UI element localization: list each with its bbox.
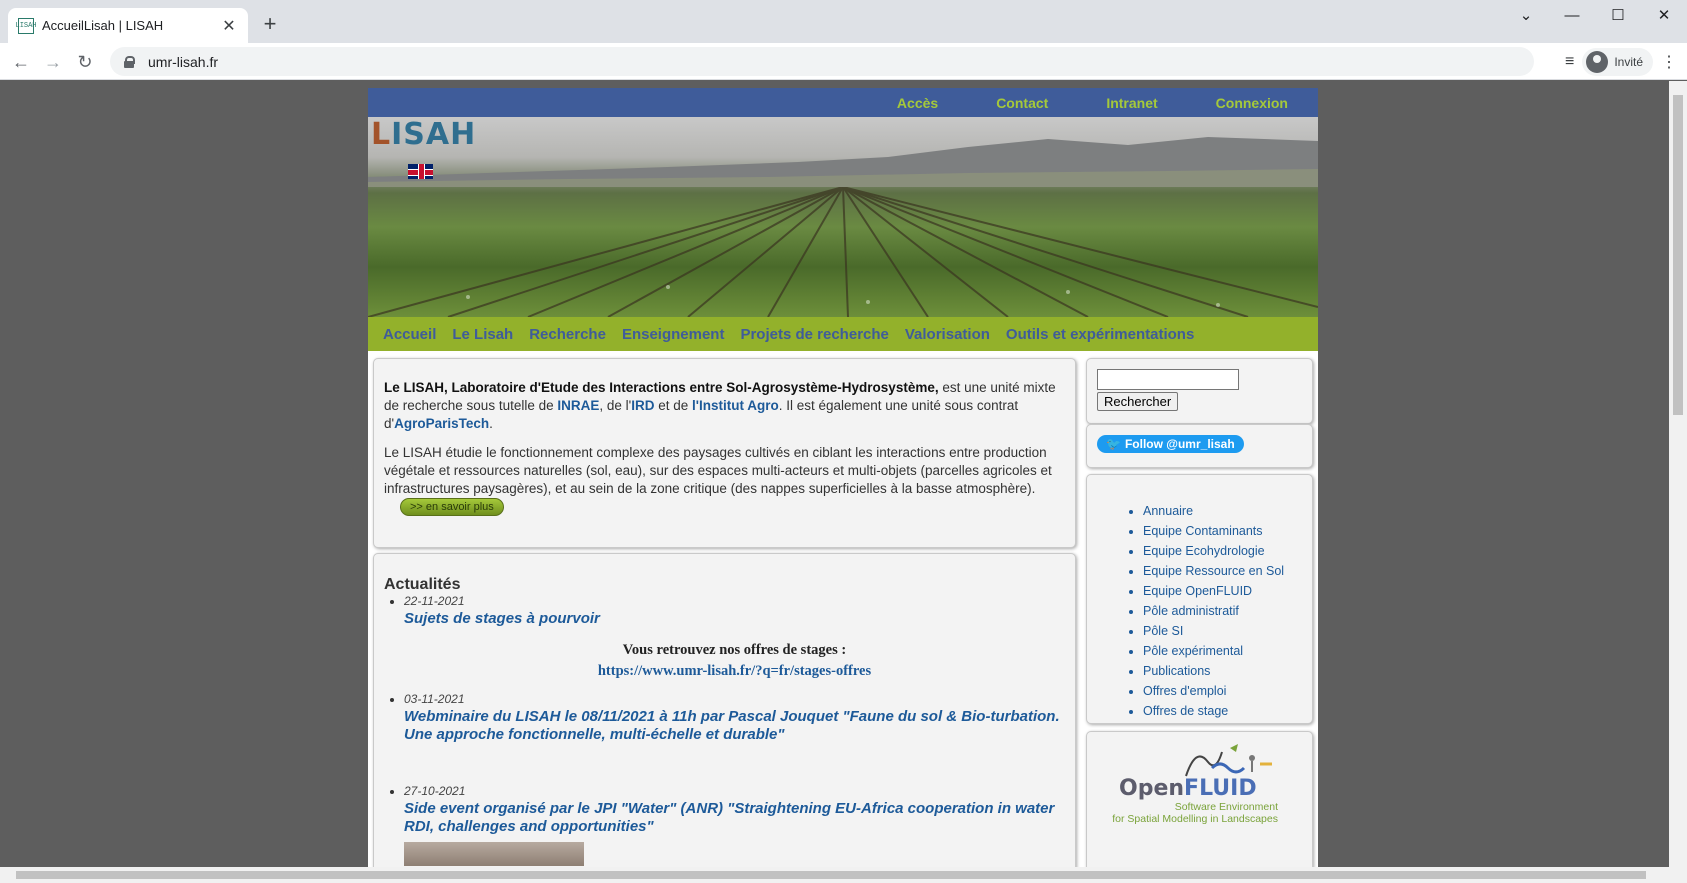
openfluid-subtitle: Software Environment for Spatial Modellin…	[1112, 801, 1278, 825]
uk-flag-icon[interactable]	[408, 164, 433, 179]
vertical-scrollbar[interactable]	[1669, 81, 1687, 867]
openfluid-wordmark: OpenFLUID	[1119, 776, 1257, 801]
profile-button[interactable]: Invité	[1582, 48, 1653, 76]
twitter-bird-icon: 🐦	[1106, 437, 1121, 451]
sidebar-link-ressource-sol[interactable]: Equipe Ressource en Sol	[1143, 561, 1302, 581]
sidebar-link-ecohydrologie[interactable]: Equipe Ecohydrologie	[1143, 541, 1302, 561]
forward-icon[interactable]: →	[40, 49, 66, 75]
news-box: Actualités 22-11-2021 Sujets de stages à…	[373, 553, 1076, 867]
intro-paragraph-1: Le LISAH, Laboratoire d'Etude des Intera…	[384, 380, 1056, 431]
tab-bar: LISAH AccueilLisah | LISAH ✕ + ⌄ — ☐ ✕	[0, 0, 1687, 43]
news-item: 03-11-2021 Webminaire du LISAH le 08/11/…	[404, 692, 1065, 744]
news-body: Vous retrouvez nos offres de stages : ht…	[404, 640, 1065, 682]
news-heading: Actualités	[384, 576, 461, 593]
site-container: Accès Contact Intranet Connexion LISAH A…	[368, 88, 1318, 867]
news-thumbnail[interactable]	[404, 842, 584, 866]
news-title-link[interactable]: Side event organisé par le JPI "Water" (…	[404, 800, 1065, 836]
top-navigation: Accès Contact Intranet Connexion	[368, 88, 1318, 117]
intro-paragraph-2: Le LISAH étudie le fonctionnement comple…	[384, 444, 1065, 517]
news-item: 22-11-2021 Sujets de stages à pourvoir V…	[404, 594, 1065, 682]
url-text: umr-lisah.fr	[148, 53, 219, 70]
nav-outils[interactable]: Outils et expérimentations	[1006, 326, 1194, 343]
sidebar-link-pole-si[interactable]: Pôle SI	[1143, 621, 1302, 641]
topnav-contact[interactable]: Contact	[996, 95, 1048, 111]
vineyard-graphic	[368, 187, 1318, 317]
twitter-follow-button[interactable]: 🐦 Follow @umr_lisah	[1097, 435, 1244, 453]
agroparistech-link[interactable]: AgroParisTech	[394, 416, 489, 431]
news-date: 22-11-2021	[404, 594, 465, 608]
menu-icon[interactable]: ⋮	[1661, 52, 1677, 72]
minimize-icon[interactable]: —	[1549, 0, 1595, 30]
horizontal-scroll-thumb[interactable]	[16, 871, 1646, 879]
content-area: Le LISAH, Laboratoire d'Etude des Intera…	[368, 351, 1318, 867]
search-button[interactable]: Rechercher	[1097, 392, 1179, 411]
topnav-acces[interactable]: Accès	[897, 95, 938, 111]
horizontal-scrollbar[interactable]	[0, 867, 1687, 883]
browser-tab[interactable]: LISAH AccueilLisah | LISAH ✕	[8, 8, 248, 43]
twitter-box: 🐦 Follow @umr_lisah	[1086, 424, 1313, 468]
close-tab-icon[interactable]: ✕	[220, 16, 238, 36]
search-input[interactable]	[1097, 369, 1239, 390]
window-controls: ⌄ — ☐ ✕	[1503, 0, 1687, 30]
nav-valorisation[interactable]: Valorisation	[905, 326, 990, 343]
sidebar-link-annuaire[interactable]: Annuaire	[1143, 501, 1302, 521]
institut-agro-link[interactable]: l'Institut Agro	[692, 398, 779, 413]
sidebar-link-contaminants[interactable]: Equipe Contaminants	[1143, 521, 1302, 541]
nav-projets[interactable]: Projets de recherche	[740, 326, 888, 343]
sidebar-link-offres-emploi[interactable]: Offres d'emploi	[1143, 681, 1302, 701]
ird-link[interactable]: IRD	[631, 398, 654, 413]
news-title-link[interactable]: Sujets de stages à pourvoir	[404, 610, 1065, 628]
mountains-graphic	[368, 137, 1318, 187]
news-date: 03-11-2021	[404, 692, 465, 706]
vertical-scroll-thumb[interactable]	[1673, 95, 1683, 415]
reload-icon[interactable]: ↻	[72, 49, 98, 75]
inrae-link[interactable]: INRAE	[557, 398, 599, 413]
banner-image: LISAH	[368, 117, 1318, 317]
maximize-icon[interactable]: ☐	[1595, 0, 1641, 30]
nav-accueil[interactable]: Accueil	[383, 326, 436, 343]
back-icon[interactable]: ←	[8, 49, 34, 75]
news-title-link[interactable]: Webminaire du LISAH le 08/11/2021 à 11h …	[404, 708, 1065, 744]
sidebar-link-publications[interactable]: Publications	[1143, 661, 1302, 681]
profile-label: Invité	[1614, 55, 1643, 69]
news-date: 27-10-2021	[404, 784, 466, 798]
nav-recherche[interactable]: Recherche	[529, 326, 606, 343]
sidebar-link-pole-exp[interactable]: Pôle expérimental	[1143, 641, 1302, 661]
search-box: Rechercher	[1086, 358, 1313, 424]
sidebar-link-offres-stage[interactable]: Offres de stage	[1143, 701, 1302, 721]
address-bar[interactable]: umr-lisah.fr	[110, 47, 1534, 76]
openfluid-logo-graphic	[1185, 744, 1272, 777]
nav-enseignement[interactable]: Enseignement	[622, 326, 725, 343]
reading-list-icon[interactable]: ≡	[1565, 53, 1574, 71]
lisah-logo[interactable]: LISAH	[371, 117, 476, 152]
new-tab-icon[interactable]: +	[258, 12, 282, 36]
news-item: 27-10-2021 Side event organisé par le JP…	[404, 784, 1065, 866]
tab-title: AccueilLisah | LISAH	[42, 18, 164, 33]
sidebar-links-box: Annuaire Equipe Contaminants Equipe Ecoh…	[1086, 474, 1313, 724]
sidebar-link-openfluid[interactable]: Equipe OpenFLUID	[1143, 581, 1302, 601]
nav-le-lisah[interactable]: Le Lisah	[452, 326, 513, 343]
intro-box: Le LISAH, Laboratoire d'Etude des Intera…	[373, 358, 1076, 548]
stages-offres-link[interactable]: https://www.umr-lisah.fr/?q=fr/stages-of…	[404, 661, 1065, 682]
avatar-icon	[1586, 51, 1609, 73]
close-window-icon[interactable]: ✕	[1641, 0, 1687, 30]
page-viewport: Accès Contact Intranet Connexion LISAH A…	[0, 81, 1669, 867]
topnav-intranet[interactable]: Intranet	[1106, 95, 1157, 111]
sidebar-link-pole-admin[interactable]: Pôle administratif	[1143, 601, 1302, 621]
lisah-favicon-icon: LISAH	[16, 17, 37, 34]
en-savoir-plus-button[interactable]: >> en savoir plus	[400, 498, 504, 517]
main-navigation: Accueil Le Lisah Recherche Enseignement …	[368, 317, 1318, 351]
openfluid-box[interactable]: OpenFLUID Software Environment for Spatia…	[1086, 731, 1313, 867]
lock-icon[interactable]	[124, 55, 135, 68]
browser-toolbar: ← → ↻ umr-lisah.fr ≡ Invité ⋮	[0, 43, 1687, 80]
topnav-connexion[interactable]: Connexion	[1216, 95, 1288, 111]
tab-search-icon[interactable]: ⌄	[1503, 0, 1549, 30]
